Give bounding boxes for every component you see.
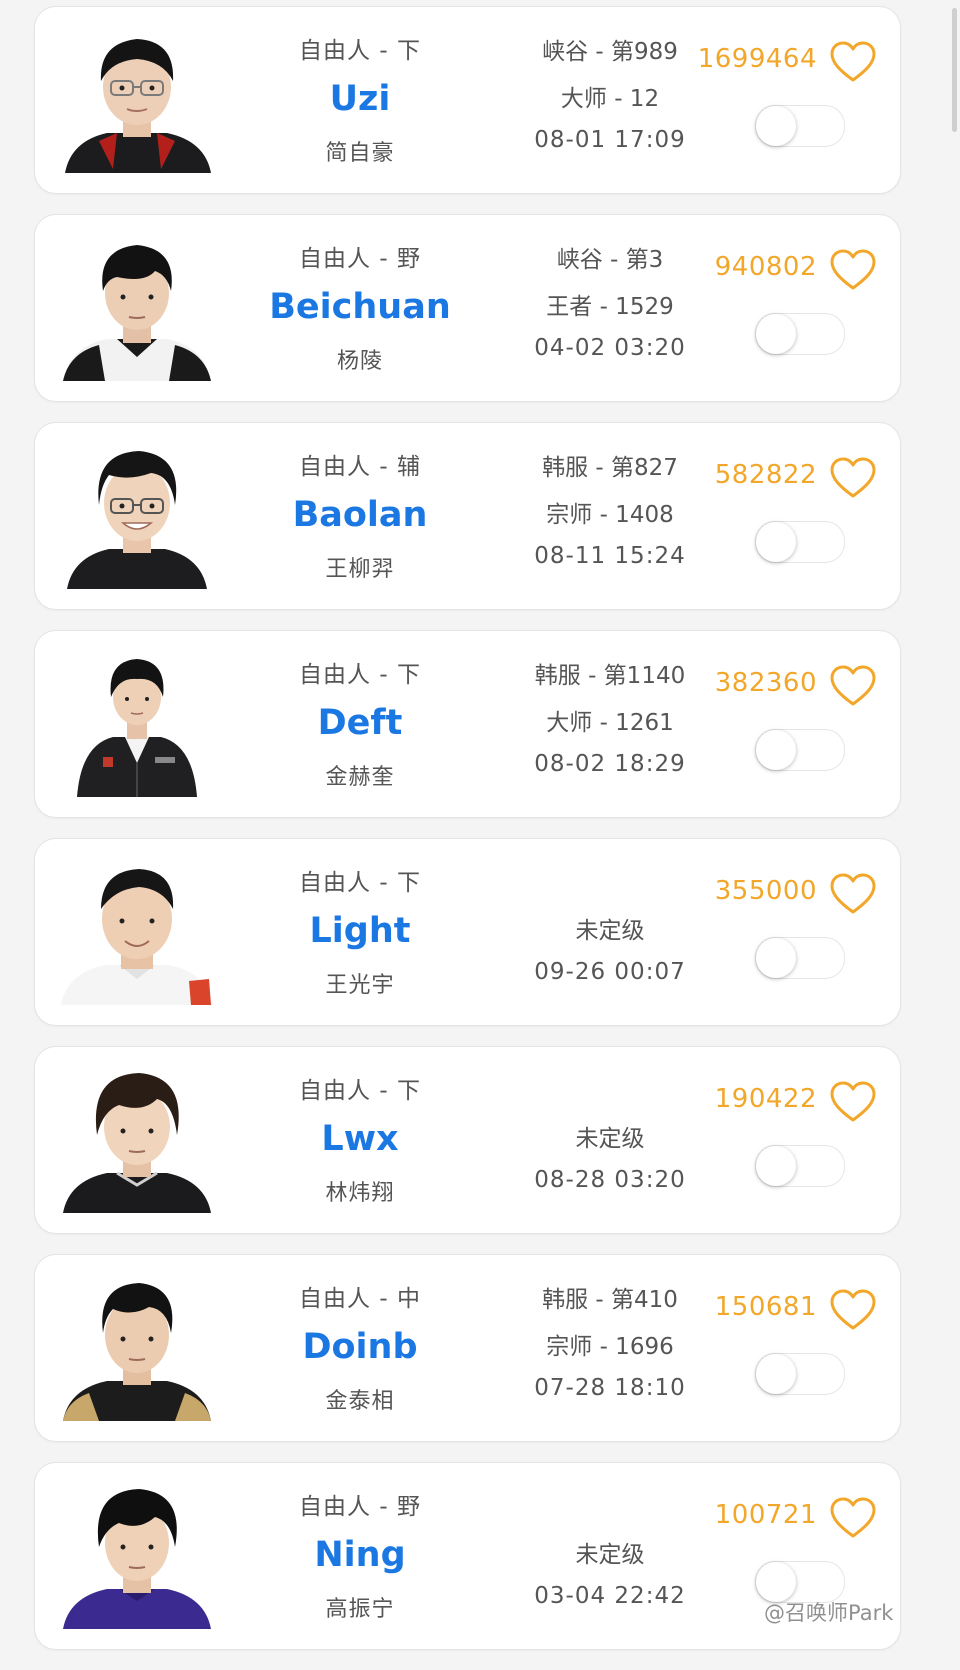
heart-icon[interactable] bbox=[829, 1080, 877, 1124]
avatar bbox=[59, 445, 215, 589]
likes-count: 190422 bbox=[714, 1084, 817, 1114]
last-active-date: 04-02 03:20 bbox=[534, 335, 686, 361]
heart-icon[interactable] bbox=[829, 1496, 877, 1540]
likes-count: 1699464 bbox=[697, 44, 817, 74]
heart-icon[interactable] bbox=[829, 1288, 877, 1332]
player-card[interactable]: 自由人 - 辅 Baolan 王柳羿 韩服 - 第827 宗师 - 1408 0… bbox=[34, 422, 901, 610]
player-real-name: 金赫奎 bbox=[325, 765, 395, 790]
likes-count: 382360 bbox=[714, 668, 817, 698]
tier-points: 未定级 bbox=[575, 1542, 645, 1568]
player-status: 自由人 - 下 bbox=[299, 38, 421, 64]
player-card[interactable]: 自由人 - 下 Deft 金赫奎 韩服 - 第1140 大师 - 1261 08… bbox=[34, 630, 901, 818]
likes-count: 940802 bbox=[714, 252, 817, 282]
follow-toggle[interactable] bbox=[755, 521, 845, 563]
player-status: 自由人 - 野 bbox=[299, 1494, 421, 1520]
avatar bbox=[59, 1485, 215, 1629]
player-name[interactable]: Uzi bbox=[245, 79, 475, 119]
likes-count: 582822 bbox=[714, 460, 817, 490]
tier-points: 大师 - 1261 bbox=[546, 710, 674, 736]
player-real-name: 王柳羿 bbox=[325, 557, 395, 582]
avatar bbox=[59, 237, 215, 381]
player-name[interactable]: Light bbox=[245, 911, 475, 951]
heart-icon[interactable] bbox=[829, 664, 877, 708]
player-card[interactable]: 自由人 - 下 Light 王光宇 未定级 09-26 00:07 355000 bbox=[34, 838, 901, 1026]
player-status: 自由人 - 中 bbox=[299, 1286, 421, 1312]
player-name[interactable]: Ning bbox=[245, 1535, 475, 1575]
server-rank: 峡谷 - 第989 bbox=[542, 39, 678, 65]
likes-count: 355000 bbox=[714, 876, 817, 906]
player-real-name: 高振宁 bbox=[325, 1597, 395, 1622]
player-card[interactable]: 自由人 - 野 Beichuan 杨陵 峡谷 - 第3 王者 - 1529 04… bbox=[34, 214, 901, 402]
avatar bbox=[59, 653, 215, 797]
last-active-date: 07-28 18:10 bbox=[534, 1375, 686, 1401]
player-name[interactable]: Deft bbox=[245, 703, 475, 743]
toggle-knob bbox=[756, 522, 796, 562]
server-rank: 韩服 - 第1140 bbox=[534, 663, 686, 689]
toggle-knob bbox=[756, 314, 796, 354]
toggle-knob bbox=[756, 106, 796, 146]
player-name[interactable]: Doinb bbox=[245, 1327, 475, 1367]
scrollbar[interactable] bbox=[952, 8, 957, 132]
toggle-knob bbox=[756, 938, 796, 978]
follow-toggle[interactable] bbox=[755, 937, 845, 979]
likes-count: 100721 bbox=[714, 1500, 817, 1530]
avatar bbox=[59, 29, 215, 173]
player-name[interactable]: Lwx bbox=[245, 1119, 475, 1159]
player-real-name: 林炜翔 bbox=[325, 1181, 395, 1206]
likes-count: 150681 bbox=[714, 1292, 817, 1322]
tier-points: 王者 - 1529 bbox=[546, 294, 674, 320]
follow-toggle[interactable] bbox=[755, 729, 845, 771]
last-active-date: 08-28 03:20 bbox=[534, 1167, 686, 1193]
player-status: 自由人 - 下 bbox=[299, 1078, 421, 1104]
tier-points: 宗师 - 1696 bbox=[546, 1334, 674, 1360]
tier-points: 未定级 bbox=[575, 918, 645, 944]
tier-points: 未定级 bbox=[575, 1126, 645, 1152]
heart-icon[interactable] bbox=[829, 248, 877, 292]
heart-icon[interactable] bbox=[829, 872, 877, 916]
player-status: 自由人 - 下 bbox=[299, 870, 421, 896]
follow-toggle[interactable] bbox=[755, 313, 845, 355]
toggle-knob bbox=[756, 1562, 796, 1602]
player-name[interactable]: Beichuan bbox=[245, 287, 475, 327]
player-card[interactable]: 自由人 - 下 Uzi 简自豪 峡谷 - 第989 大师 - 12 08-01 … bbox=[34, 6, 901, 194]
watermark: @召唤师Park bbox=[764, 1601, 894, 1625]
tier-points: 大师 - 12 bbox=[560, 86, 660, 112]
toggle-knob bbox=[756, 730, 796, 770]
server-rank: 峡谷 - 第3 bbox=[556, 247, 664, 273]
last-active-date: 09-26 00:07 bbox=[534, 959, 686, 985]
player-real-name: 金泰相 bbox=[325, 1389, 395, 1414]
last-active-date: 08-01 17:09 bbox=[534, 127, 686, 153]
player-status: 自由人 - 下 bbox=[299, 662, 421, 688]
player-real-name: 简自豪 bbox=[325, 141, 395, 166]
follow-toggle[interactable] bbox=[755, 105, 845, 147]
player-status: 自由人 - 辅 bbox=[299, 454, 421, 480]
toggle-knob bbox=[756, 1146, 796, 1186]
player-status: 自由人 - 野 bbox=[299, 246, 421, 272]
last-active-date: 08-02 18:29 bbox=[534, 751, 686, 777]
toggle-knob bbox=[756, 1354, 796, 1394]
last-active-date: 03-04 22:42 bbox=[534, 1583, 686, 1609]
avatar bbox=[59, 1069, 215, 1213]
follow-toggle[interactable] bbox=[755, 1145, 845, 1187]
player-card[interactable]: 自由人 - 下 Lwx 林炜翔 未定级 08-28 03:20 190422 bbox=[34, 1046, 901, 1234]
avatar bbox=[59, 861, 215, 1005]
server-rank: 韩服 - 第827 bbox=[542, 455, 678, 481]
player-name[interactable]: Baolan bbox=[245, 495, 475, 535]
player-list: 自由人 - 下 Uzi 简自豪 峡谷 - 第989 大师 - 12 08-01 … bbox=[34, 6, 901, 1670]
tier-points: 宗师 - 1408 bbox=[546, 502, 674, 528]
server-rank: 韩服 - 第410 bbox=[542, 1287, 678, 1313]
player-real-name: 杨陵 bbox=[336, 349, 383, 374]
avatar bbox=[59, 1277, 215, 1421]
player-real-name: 王光宇 bbox=[325, 973, 395, 998]
heart-icon[interactable] bbox=[829, 40, 877, 84]
heart-icon[interactable] bbox=[829, 456, 877, 500]
player-card[interactable]: 自由人 - 中 Doinb 金泰相 韩服 - 第410 宗师 - 1696 07… bbox=[34, 1254, 901, 1442]
last-active-date: 08-11 15:24 bbox=[534, 543, 686, 569]
follow-toggle[interactable] bbox=[755, 1353, 845, 1395]
